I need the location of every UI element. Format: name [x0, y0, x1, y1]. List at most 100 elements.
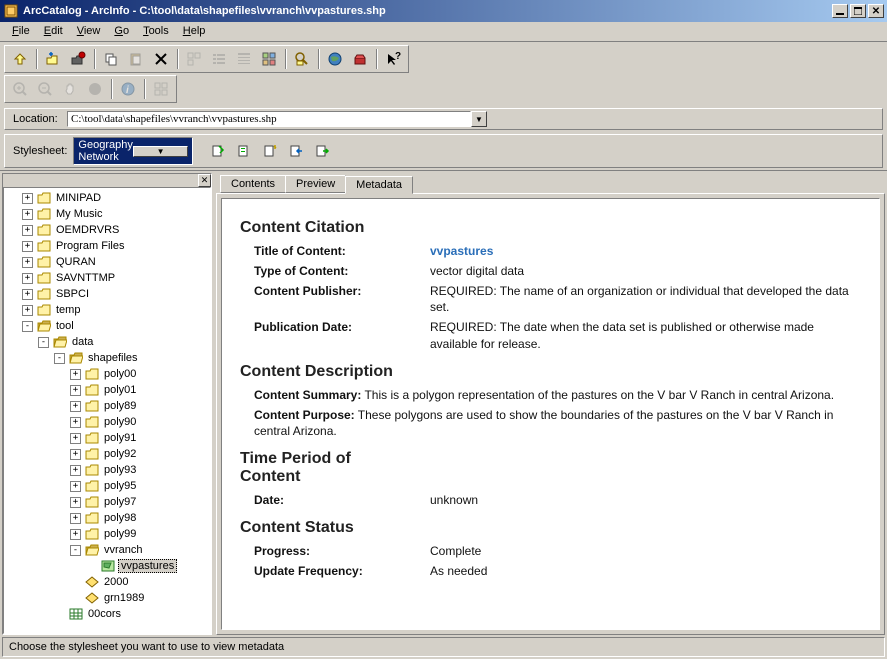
zoom-out-button[interactable]	[34, 78, 56, 100]
grid-icon	[68, 607, 84, 621]
tree-item[interactable]: + poly90	[4, 414, 210, 430]
location-dropdown-button[interactable]: ▼	[471, 111, 487, 127]
tree-toggle[interactable]: +	[70, 433, 81, 444]
tree-item[interactable]: +poly91	[4, 430, 210, 446]
create-thumbnail-button[interactable]	[150, 78, 172, 100]
tree-item-label: SAVNTTMP	[54, 272, 117, 284]
tree-item[interactable]: +Program Files	[4, 238, 210, 254]
tree-toggle[interactable]: -	[70, 545, 81, 556]
details-button[interactable]	[233, 48, 255, 70]
tree-toggle[interactable]: +	[22, 257, 33, 268]
tree-toggle[interactable]: +	[22, 273, 33, 284]
tree-item[interactable]: +My Music	[4, 206, 210, 222]
tree-item[interactable]: grn1989	[4, 590, 210, 606]
tree-item[interactable]: +poly89	[4, 398, 210, 414]
tree-toggle[interactable]: +	[70, 465, 81, 476]
tree-toggle[interactable]: +	[70, 497, 81, 508]
tree-item[interactable]: +poly01	[4, 382, 210, 398]
minimize-button[interactable]	[832, 4, 848, 18]
location-input[interactable]	[67, 111, 471, 127]
import-metadata-button[interactable]	[285, 140, 307, 162]
copy-button[interactable]	[100, 48, 122, 70]
tree-item[interactable]: vvpastures	[4, 558, 210, 574]
tree-toggle[interactable]: +	[70, 401, 81, 412]
metadata-properties-button[interactable]	[233, 140, 255, 162]
menu-file[interactable]: FFileile	[6, 24, 36, 39]
tree-item[interactable]: 2000	[4, 574, 210, 590]
tab-contents[interactable]: Contents	[220, 175, 286, 193]
pan-button[interactable]	[59, 78, 81, 100]
pubdate-label: Publication Date:	[254, 319, 430, 353]
tree-toggle[interactable]: +	[22, 225, 33, 236]
tab-preview[interactable]: Preview	[285, 175, 346, 193]
menu-help[interactable]: Help	[177, 24, 212, 39]
disconnect-folder-button[interactable]	[67, 48, 89, 70]
edit-metadata-button[interactable]	[207, 140, 229, 162]
tree-toggle[interactable]: +	[70, 513, 81, 524]
tree-item[interactable]: +poly97	[4, 494, 210, 510]
tree-toggle[interactable]: +	[22, 209, 33, 220]
menu-view[interactable]: View	[71, 24, 107, 39]
tree-toggle[interactable]: +	[70, 529, 81, 540]
arctoolbox-button[interactable]	[349, 48, 371, 70]
tree-item[interactable]: +poly95	[4, 478, 210, 494]
metadata-view[interactable]: Content Citation Title of Content:vvpast…	[221, 198, 880, 630]
tree-toggle[interactable]: +	[70, 481, 81, 492]
tree-item[interactable]: +temp	[4, 302, 210, 318]
help-pointer-button[interactable]: ?	[382, 48, 404, 70]
tree-toggle[interactable]: +	[22, 241, 33, 252]
tree-toggle[interactable]: -	[54, 353, 65, 364]
list-button[interactable]	[208, 48, 230, 70]
tree-item[interactable]: +OEMDRVRS	[4, 222, 210, 238]
export-metadata-button[interactable]	[311, 140, 333, 162]
tab-metadata[interactable]: Metadata	[345, 176, 413, 194]
menu-tools[interactable]: Tools	[137, 24, 175, 39]
tree-item[interactable]: +SBPCI	[4, 286, 210, 302]
tree-toggle[interactable]: +	[70, 417, 81, 428]
tree-item[interactable]: -tool	[4, 318, 210, 334]
tree-item[interactable]: 00cors	[4, 606, 210, 622]
full-extent-button[interactable]	[84, 78, 106, 100]
tree-toggle[interactable]: -	[22, 321, 33, 332]
identify-button[interactable]: i	[117, 78, 139, 100]
thumbnails-button[interactable]	[258, 48, 280, 70]
close-button[interactable]: ✕	[868, 4, 884, 18]
create-metadata-button[interactable]	[259, 140, 281, 162]
tree-toggle[interactable]: +	[22, 289, 33, 300]
large-icons-button[interactable]	[183, 48, 205, 70]
tree-item[interactable]: +QURAN	[4, 254, 210, 270]
tree-item[interactable]: -shapefiles	[4, 350, 210, 366]
tree-close-button[interactable]: ✕	[198, 174, 211, 187]
connect-folder-button[interactable]	[42, 48, 64, 70]
tree-item[interactable]: + SAVNTTMP	[4, 270, 210, 286]
menu-go[interactable]: Go	[108, 24, 135, 39]
maximize-button[interactable]	[850, 4, 866, 18]
zoom-in-button[interactable]	[9, 78, 31, 100]
tree-toggle[interactable]: +	[70, 449, 81, 460]
folder-icon	[84, 527, 100, 541]
paste-button[interactable]	[125, 48, 147, 70]
tree-item[interactable]: +MINIPAD	[4, 190, 210, 206]
tree-item[interactable]: +poly00	[4, 366, 210, 382]
tree-item[interactable]: +poly93	[4, 462, 210, 478]
search-button[interactable]	[291, 48, 313, 70]
date-value: unknown	[430, 492, 861, 509]
tree-toggle[interactable]: +	[22, 305, 33, 316]
tree-toggle[interactable]: +	[22, 193, 33, 204]
title-value[interactable]: vvpastures	[430, 243, 861, 260]
tree-item[interactable]: -data	[4, 334, 210, 350]
up-button[interactable]	[9, 48, 31, 70]
delete-button[interactable]	[150, 48, 172, 70]
tree-toggle[interactable]: +	[70, 369, 81, 380]
tree-item[interactable]: -vvranch	[4, 542, 210, 558]
menu-edit[interactable]: Edit	[38, 24, 69, 39]
tree-item[interactable]: +poly92	[4, 446, 210, 462]
tree-item-label: poly90	[102, 416, 138, 428]
stylesheet-select[interactable]: Geography Network ▼	[73, 137, 193, 165]
tree-toggle[interactable]: +	[70, 385, 81, 396]
tree-item[interactable]: +poly98	[4, 510, 210, 526]
tree-scroll[interactable]: +MINIPAD+My Music+OEMDRVRS+Program Files…	[3, 187, 211, 634]
tree-toggle[interactable]: -	[38, 337, 49, 348]
tree-item[interactable]: +poly99	[4, 526, 210, 542]
arcmap-button[interactable]	[324, 48, 346, 70]
